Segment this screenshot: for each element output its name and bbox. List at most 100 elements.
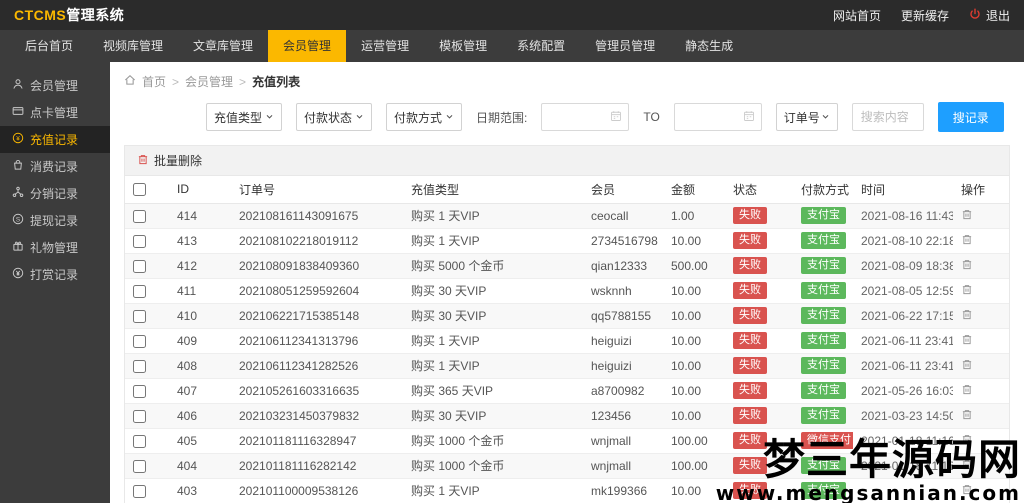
delete-row-button[interactable] bbox=[961, 308, 973, 324]
status-badge: 失败 bbox=[733, 232, 767, 249]
sidebar-item-gifts[interactable]: 礼物管理 bbox=[0, 234, 110, 261]
cell-type: 购买 1 天VIP bbox=[403, 353, 583, 379]
cell-status: 失败 bbox=[725, 253, 793, 279]
share-icon bbox=[12, 186, 24, 201]
header-member: 会员 bbox=[583, 176, 663, 204]
nav-tab-dashboard[interactable]: 后台首页 bbox=[10, 30, 88, 62]
row-checkbox[interactable] bbox=[133, 459, 146, 473]
date-from-input[interactable] bbox=[541, 103, 630, 131]
row-checkbox[interactable] bbox=[133, 259, 146, 273]
cell-order-no: 202103231450379832 bbox=[231, 403, 403, 429]
delete-row-button[interactable] bbox=[961, 358, 973, 374]
logout-label: 退出 bbox=[985, 8, 1010, 23]
date-to-input[interactable] bbox=[673, 103, 762, 131]
search-button[interactable]: 搜记录 bbox=[937, 102, 1004, 132]
delete-row-button[interactable] bbox=[961, 208, 973, 224]
cell-status: 失败 bbox=[725, 403, 793, 429]
row-checkbox[interactable] bbox=[133, 434, 146, 448]
payment-status-select[interactable]: 付款状态 bbox=[296, 103, 372, 131]
sidebar-item-recharge-records[interactable]: ¥ 充值记录 bbox=[0, 126, 110, 153]
cell-member: heiguizi bbox=[583, 328, 663, 354]
table-row: 405 202101181116328947 购买 1000 个金币 wnjma… bbox=[125, 428, 1009, 454]
cell-id: 412 bbox=[169, 253, 231, 279]
nav-tab-system[interactable]: 系统配置 bbox=[502, 30, 580, 62]
status-badge: 失败 bbox=[733, 407, 767, 424]
nav-tab-template[interactable]: 模板管理 bbox=[424, 30, 502, 62]
cell-amount: 10.00 bbox=[663, 228, 725, 254]
sidebar-item-cards[interactable]: 点卡管理 bbox=[0, 99, 110, 126]
row-checkbox[interactable] bbox=[133, 284, 146, 298]
cell-checkbox bbox=[125, 428, 169, 454]
cell-time: 2021-01-18 11:16:32 bbox=[853, 428, 953, 454]
delete-row-button[interactable] bbox=[961, 458, 973, 474]
nav-tab-member[interactable]: 会员管理 bbox=[268, 30, 347, 62]
cell-checkbox bbox=[125, 303, 169, 329]
cell-order-no: 202101181116282142 bbox=[231, 453, 403, 479]
row-checkbox[interactable] bbox=[133, 309, 146, 323]
recharge-type-select[interactable]: 充值类型 bbox=[206, 103, 282, 131]
table-row: 412 202108091838409360 购买 5000 个金币 qian1… bbox=[125, 253, 1009, 279]
cell-actions bbox=[953, 228, 1009, 254]
cell-order-no: 202108102218019112 bbox=[231, 228, 403, 254]
refresh-cache-link[interactable]: 更新缓存 bbox=[901, 7, 949, 24]
delete-row-button[interactable] bbox=[961, 433, 973, 449]
cell-status: 失败 bbox=[725, 203, 793, 229]
cell-id: 403 bbox=[169, 478, 231, 503]
breadcrumb-member[interactable]: 会员管理 bbox=[185, 73, 233, 90]
table-row: 413 202108102218019112 购买 1 天VIP 2734516… bbox=[125, 228, 1009, 254]
select-all-checkbox[interactable] bbox=[133, 183, 146, 197]
sidebar-item-reward-records[interactable]: 打赏记录 bbox=[0, 261, 110, 288]
table-header-row: ID 订单号 充值类型 会员 金额 状态 付款方式 时间 操作 bbox=[125, 176, 1009, 204]
nav-tab-video[interactable]: 视频库管理 bbox=[88, 30, 178, 62]
nav-tab-operation[interactable]: 运营管理 bbox=[346, 30, 424, 62]
payment-badge: 微信支付 bbox=[801, 432, 853, 449]
home-icon bbox=[124, 74, 136, 89]
row-checkbox[interactable] bbox=[133, 209, 146, 223]
table-row: 406 202103231450379832 购买 30 天VIP 123456… bbox=[125, 403, 1009, 429]
row-checkbox[interactable] bbox=[133, 384, 146, 398]
delete-row-button[interactable] bbox=[961, 383, 973, 399]
payment-method-select[interactable]: 付款方式 bbox=[386, 103, 462, 131]
row-checkbox[interactable] bbox=[133, 334, 146, 348]
delete-row-button[interactable] bbox=[961, 283, 973, 299]
row-checkbox[interactable] bbox=[133, 359, 146, 373]
sidebar-item-distribution-records[interactable]: 分销记录 bbox=[0, 180, 110, 207]
table-row: 411 202108051259592604 购买 30 天VIP wsknnh… bbox=[125, 278, 1009, 304]
header-time: 时间 bbox=[853, 176, 953, 204]
delete-row-button[interactable] bbox=[961, 233, 973, 249]
nav-tab-article[interactable]: 文章库管理 bbox=[178, 30, 268, 62]
row-checkbox[interactable] bbox=[133, 234, 146, 248]
sidebar-item-withdraw-records[interactable]: S 提现记录 bbox=[0, 207, 110, 234]
nav-tab-static[interactable]: 静态生成 bbox=[670, 30, 748, 62]
site-home-link[interactable]: 网站首页 bbox=[833, 7, 881, 24]
cell-id: 410 bbox=[169, 303, 231, 329]
records-panel: 批量删除 ID 订单号 充值类型 会员 金额 状态 付款方式 时间 操作 414… bbox=[124, 145, 1010, 503]
brand-highlight: CTCMS bbox=[14, 7, 67, 23]
payment-badge: 支付宝 bbox=[801, 282, 846, 299]
header-id: ID bbox=[169, 176, 231, 204]
cell-type: 购买 5000 个金币 bbox=[403, 253, 583, 279]
search-field-select[interactable]: 订单号 bbox=[775, 103, 838, 131]
cell-order-no: 202101100009538126 bbox=[231, 478, 403, 503]
cell-member: qian12333 bbox=[583, 253, 663, 279]
delete-row-button[interactable] bbox=[961, 333, 973, 349]
main-nav: 后台首页 视频库管理 文章库管理 会员管理 运营管理 模板管理 系统配置 管理员… bbox=[0, 30, 1024, 62]
breadcrumb-separator: > bbox=[239, 74, 247, 89]
breadcrumb-home[interactable]: 首页 bbox=[142, 73, 166, 90]
cell-amount: 10.00 bbox=[663, 478, 725, 503]
logout-button[interactable]: 退出 bbox=[969, 7, 1010, 24]
nav-tab-admin[interactable]: 管理员管理 bbox=[580, 30, 670, 62]
sidebar-item-members[interactable]: 会员管理 bbox=[0, 72, 110, 99]
delete-row-button[interactable] bbox=[961, 258, 973, 274]
row-checkbox[interactable] bbox=[133, 484, 146, 498]
search-input[interactable] bbox=[851, 103, 924, 131]
sidebar-item-consume-records[interactable]: 消费记录 bbox=[0, 153, 110, 180]
batch-delete-button[interactable]: 批量删除 bbox=[137, 152, 202, 169]
row-checkbox[interactable] bbox=[133, 409, 146, 423]
status-badge: 失败 bbox=[733, 332, 767, 349]
delete-row-button[interactable] bbox=[961, 483, 973, 499]
cell-checkbox bbox=[125, 478, 169, 503]
chevron-down-icon bbox=[445, 110, 454, 124]
delete-row-button[interactable] bbox=[961, 408, 973, 424]
cell-actions bbox=[953, 378, 1009, 404]
